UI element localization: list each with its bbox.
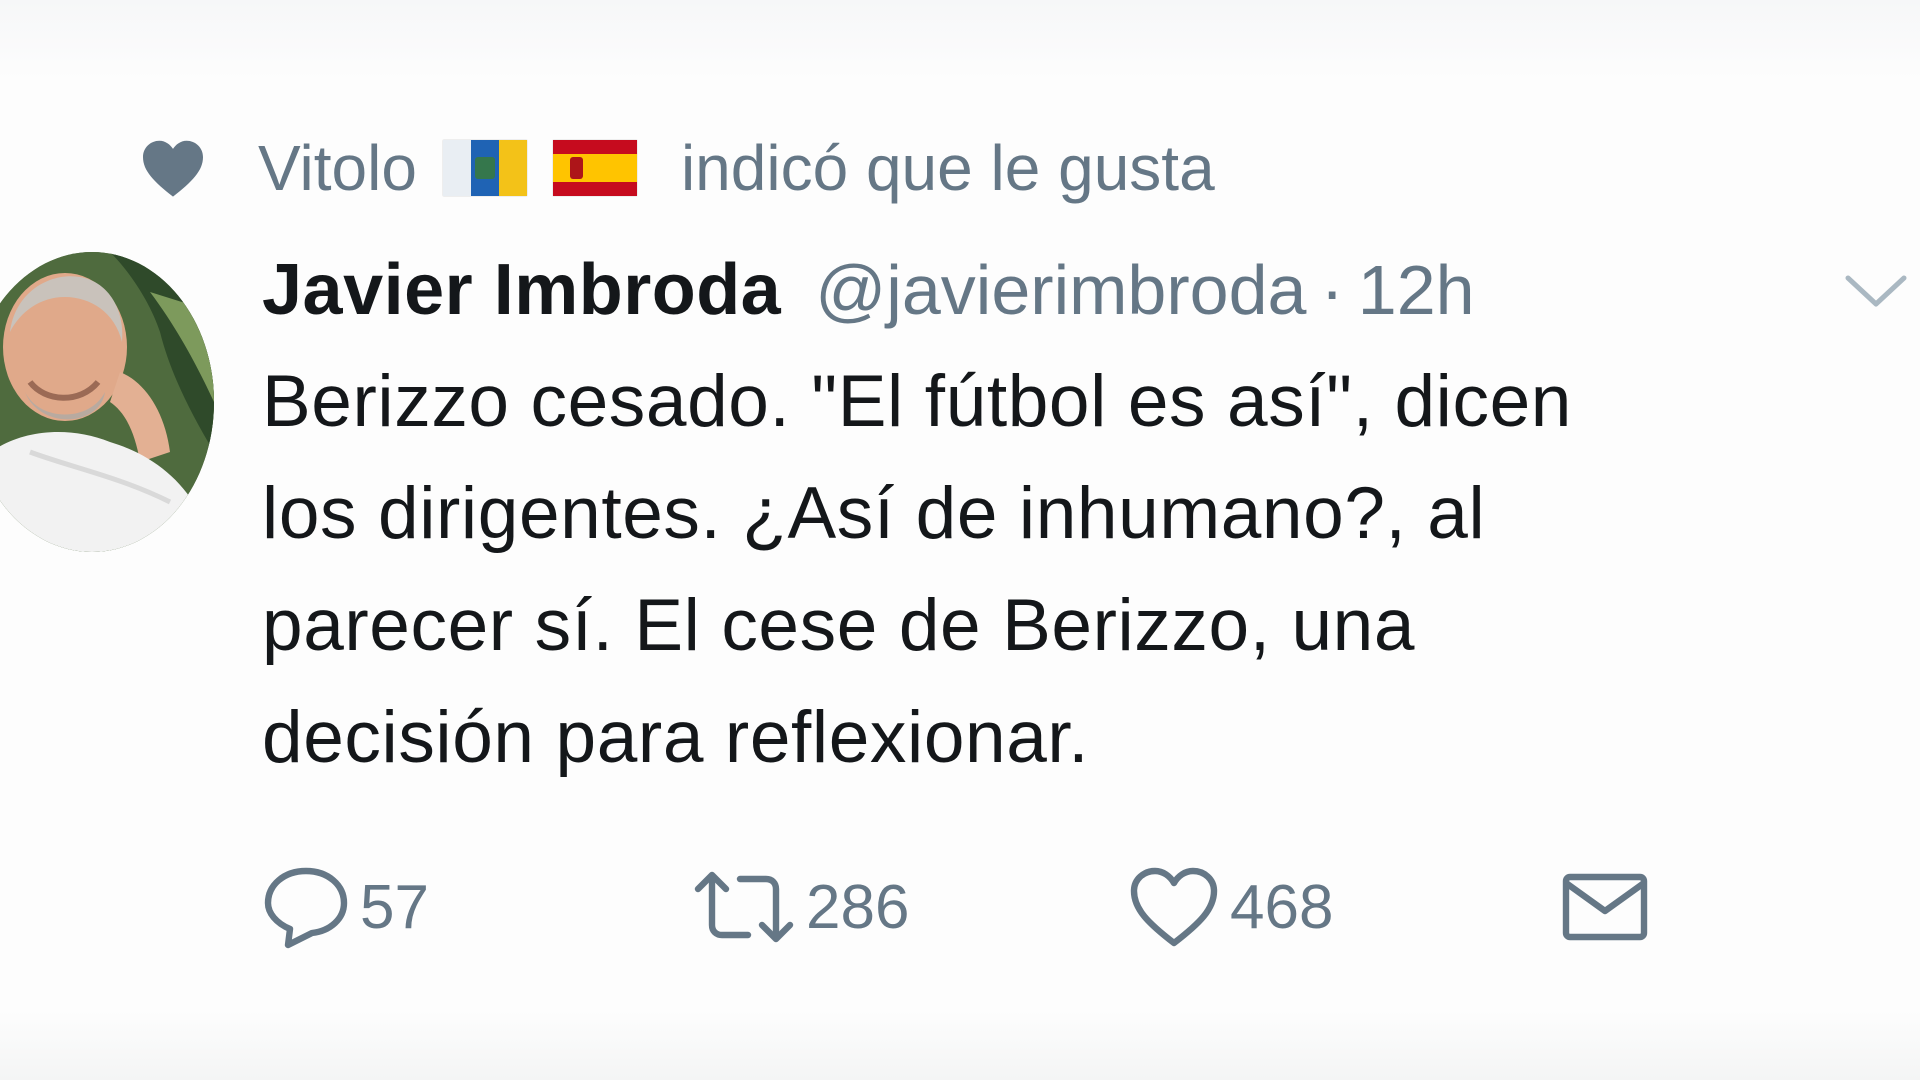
bottom-fade: [0, 1010, 1920, 1080]
tweet-actions: 57 286 468: [262, 862, 1662, 952]
tweet-text-line: decisión para reflexionar.: [262, 697, 1090, 778]
flag-canary-islands-icon: [442, 140, 527, 196]
tweet-text-line: los dirigentes. ¿Así de inhumano?, al: [262, 473, 1486, 554]
tweet-text: Berizzo cesado. "El fútbol es así", dice…: [262, 346, 1882, 794]
top-fade: [0, 0, 1920, 80]
like-count: 468: [1230, 872, 1334, 942]
chevron-down-icon[interactable]: [1844, 272, 1908, 312]
retweet-icon: [694, 871, 794, 943]
user-handle[interactable]: @javierimbroda: [815, 250, 1306, 330]
heart-icon: [143, 140, 203, 197]
flag-spain-icon: [552, 140, 637, 196]
tweet-page: Vitolo indicó que le gusta Javier Imbrod…: [0, 0, 1920, 1080]
retweet-button[interactable]: 286: [692, 862, 909, 952]
envelope-icon: [1562, 873, 1648, 941]
avatar[interactable]: [0, 252, 214, 552]
tweet-text-line: parecer sí. El cese de Berizzo, una: [262, 585, 1416, 666]
reply-icon: [264, 867, 348, 949]
retweet-count: 286: [806, 872, 910, 942]
like-button[interactable]: 468: [1128, 862, 1333, 952]
reply-button[interactable]: 57: [262, 862, 429, 952]
direct-message-button[interactable]: [1560, 862, 1650, 952]
display-name[interactable]: Javier Imbroda: [262, 249, 781, 331]
separator-dot: ·: [1320, 251, 1344, 329]
context-text: indicó que le gusta: [680, 132, 1215, 204]
avatar-photo: [0, 252, 214, 552]
social-context[interactable]: Vitolo indicó que le gusta: [140, 130, 1215, 206]
heart-outline-icon: [1130, 867, 1218, 947]
reply-count: 57: [360, 872, 429, 942]
context-user-name[interactable]: Vitolo: [258, 131, 417, 205]
tweet-header: Javier Imbroda @javierimbroda · 12h: [262, 248, 1475, 332]
tweet-text-line: Berizzo cesado. "El fútbol es así", dice…: [262, 361, 1572, 442]
timestamp[interactable]: 12h: [1358, 250, 1475, 330]
